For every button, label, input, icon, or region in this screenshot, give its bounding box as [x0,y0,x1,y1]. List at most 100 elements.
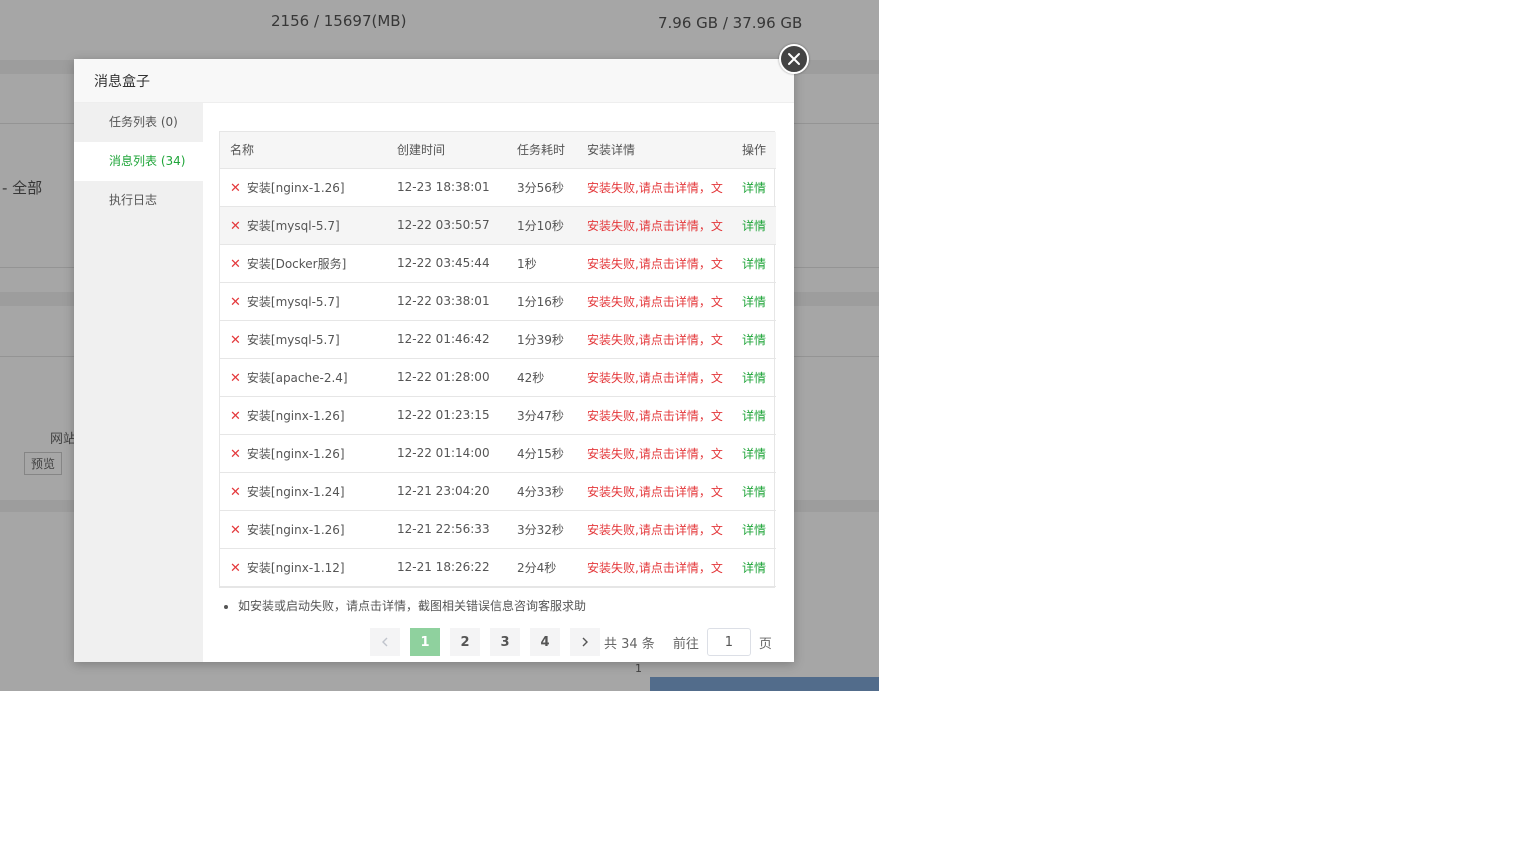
message-table: 名称 创建时间 任务耗时 安装详情 操作 ✕ 安装[nginx-1.26] 12-2… [220,132,776,587]
detail-link[interactable]: 详情 [742,561,766,575]
sidebar-item-execution-log[interactable]: 执行日志 [74,181,203,220]
pagination-goto-label: 前往 [672,636,699,652]
cell-duration: 1分10秒 [507,206,577,245]
task-name: 安装[nginx-1.26] [246,446,345,461]
column-header-duration: 任务耗时 [507,132,577,169]
cell-action: 详情 [732,320,776,359]
cell-created-time: 12-22 03:38:01 [387,282,507,321]
failed-x-icon: ✕ [230,294,241,310]
task-name: 安装[nginx-1.24] [246,484,345,499]
help-tip-text: 如安装或启动失败，请点击详情，截图相关错误信息咨询客服求助 [238,597,586,614]
sidebar-item-task-list[interactable]: 任务列表 (0) [74,103,203,142]
cell-name: ✕ 安装[nginx-1.24] [220,472,387,511]
task-name: 安装[mysql-5.7] [246,332,340,347]
page-button-4[interactable]: 4 [530,628,560,656]
sidebar-item-message-list[interactable]: 消息列表 (34) [74,142,203,181]
close-dialog-button[interactable] [779,44,809,74]
table-row: ✕ 安装[Docker服务] 12-22 03:45:44 1秒 安装失败,请点击详情，… [220,244,776,283]
dialog-title: 消息盒子 [94,73,150,90]
cell-name: ✕ 安装[nginx-1.26] [220,510,387,549]
cell-created-time: 12-22 01:28:00 [387,358,507,397]
page-button-3[interactable]: 3 [490,628,520,656]
page-button-1[interactable]: 1 [410,628,440,656]
detail-link[interactable]: 详情 [742,333,766,347]
table-row: ✕ 安装[nginx-1.26] 12-22 01:23:15 3分47秒 安装失败,请… [220,396,776,435]
cell-created-time: 12-23 18:38:01 [387,168,507,207]
task-name: 安装[nginx-1.26] [246,522,345,537]
cell-install-detail: 安装失败,请点击详情，文 [577,510,732,549]
close-icon [788,53,800,65]
cell-action: 详情 [732,282,776,321]
table-row: ✕ 安装[mysql-5.7] 12-22 03:50:57 1分10秒 安装失败,请点… [220,206,776,245]
cell-action: 详情 [732,434,776,473]
detail-link[interactable]: 详情 [742,181,766,195]
detail-link[interactable]: 详情 [742,257,766,271]
failed-x-icon: ✕ [230,484,241,500]
detail-link[interactable]: 详情 [742,523,766,537]
cell-created-time: 12-22 01:23:15 [387,396,507,435]
cell-created-time: 12-22 01:14:00 [387,434,507,473]
detail-link[interactable]: 详情 [742,447,766,461]
cell-name: ✕ 安装[nginx-1.12] [220,548,387,587]
cell-action: 详情 [732,510,776,549]
cell-created-time: 12-21 18:26:22 [387,548,507,587]
cell-name: ✕ 安装[nginx-1.26] [220,434,387,473]
detail-link[interactable]: 详情 [742,219,766,233]
table-row: ✕ 安装[nginx-1.26] 12-23 18:38:01 3分56秒 安装失败,请… [220,168,776,207]
cell-name: ✕ 安装[apache-2.4] [220,358,387,397]
cell-action: 详情 [732,548,776,587]
cell-created-time: 12-21 23:04:20 [387,472,507,511]
cell-duration: 1秒 [507,244,577,283]
cell-duration: 1分39秒 [507,320,577,359]
cell-action: 详情 [732,168,776,207]
table-header-row: 名称 创建时间 任务耗时 安装详情 操作 [220,132,776,169]
cell-name: ✕ 安装[nginx-1.26] [220,396,387,435]
cell-created-time: 12-22 03:50:57 [387,206,507,245]
cell-duration: 1分16秒 [507,282,577,321]
cell-created-time: 12-22 01:46:42 [387,320,507,359]
message-box-dialog: 消息盒子 任务列表 (0) 消息列表 (34) 执行日志 名称 创建时间 任务耗… [74,59,794,662]
failed-x-icon: ✕ [230,256,241,272]
table-row: ✕ 安装[nginx-1.24] 12-21 23:04:20 4分33秒 安装失败,请… [220,472,776,511]
pagination-goto-input[interactable] [706,628,751,656]
failed-x-icon: ✕ [230,560,241,576]
cell-install-detail: 安装失败,请点击详情，文 [577,206,732,245]
cell-created-time: 12-22 03:45:44 [387,244,507,283]
page-button-2[interactable]: 2 [450,628,480,656]
prev-page-button[interactable] [370,628,400,656]
message-table-wrapper: 名称 创建时间 任务耗时 安装详情 操作 ✕ 安装[nginx-1.26] 12-2… [219,131,776,588]
task-name: 安装[nginx-1.12] [246,560,345,575]
cell-action: 详情 [732,472,776,511]
table-row: ✕ 安装[mysql-5.7] 12-22 03:38:01 1分16秒 安装失败,请点… [220,282,776,321]
cell-duration: 4分15秒 [507,434,577,473]
chevron-left-icon [382,637,388,647]
detail-link[interactable]: 详情 [742,295,766,309]
column-header-action: 操作 [732,132,776,169]
failed-x-icon: ✕ [230,522,241,538]
cell-install-detail: 安装失败,请点击详情，文 [577,320,732,359]
failed-x-icon: ✕ [230,408,241,424]
column-header-install-detail: 安装详情 [577,132,732,169]
task-name: 安装[nginx-1.26] [246,180,345,195]
cell-name: ✕ 安装[mysql-5.7] [220,320,387,359]
task-name: 安装[Docker服务] [246,256,347,271]
cell-duration: 3分56秒 [507,168,577,207]
next-page-button[interactable] [570,628,600,656]
cell-created-time: 12-21 22:56:33 [387,510,507,549]
column-header-created-time: 创建时间 [387,132,507,169]
detail-link[interactable]: 详情 [742,371,766,385]
detail-link[interactable]: 详情 [742,409,766,423]
pagination-page-suffix: 页 [758,636,772,652]
detail-link[interactable]: 详情 [742,485,766,499]
cell-duration: 2分4秒 [507,548,577,587]
cell-install-detail: 安装失败,请点击详情，文 [577,434,732,473]
cell-action: 详情 [732,358,776,397]
cell-install-detail: 安装失败,请点击详情，文 [577,244,732,283]
chevron-right-icon [582,637,588,647]
cell-install-detail: 安装失败,请点击详情，文 [577,472,732,511]
task-name: 安装[apache-2.4] [246,370,348,385]
cell-name: ✕ 安装[nginx-1.26] [220,168,387,207]
failed-x-icon: ✕ [230,370,241,386]
cell-name: ✕ 安装[Docker服务] [220,244,387,283]
help-tip: 如安装或启动失败，请点击详情，截图相关错误信息咨询客服求助 [224,597,586,614]
